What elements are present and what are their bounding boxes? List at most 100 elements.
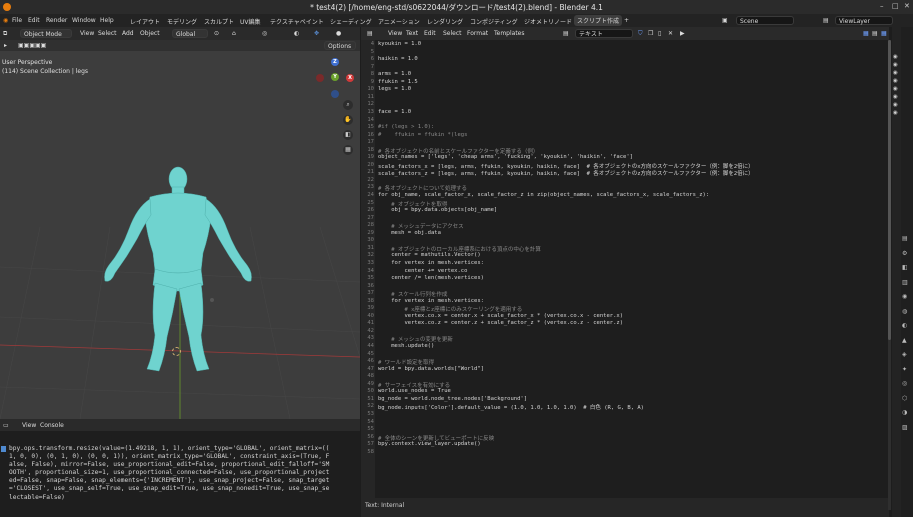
code-line[interactable]: bg_node.inputs['Color'].default_value = …	[378, 403, 644, 411]
pivot-icon[interactable]: ⊙	[214, 30, 219, 37]
tab-uv-editing[interactable]: UV編集	[240, 17, 261, 26]
tab-geometry-nodes[interactable]: ジオメトリノード	[524, 17, 572, 26]
options-button[interactable]: Options	[324, 41, 356, 50]
tab-sculpt[interactable]: スカルプト	[204, 17, 234, 26]
text-menu-select[interactable]: Select	[443, 30, 462, 37]
menu-edit[interactable]: Edit	[28, 17, 40, 24]
code-line[interactable]: vertex.co.x = center.x + scale_factor_x …	[378, 313, 623, 319]
fake-user-shield-icon[interactable]: ⛉	[638, 30, 643, 38]
viewport-menu-select[interactable]: Select	[98, 30, 117, 37]
tab-shading[interactable]: シェーディング	[330, 17, 372, 26]
menu-help[interactable]: Help	[100, 17, 114, 24]
snap-icon[interactable]: ⌂	[232, 30, 236, 37]
tab-texture-paint[interactable]: テクスチャペイント	[270, 17, 324, 26]
text-menu-templates[interactable]: Templates	[494, 30, 525, 37]
select-mode-icons[interactable]: ▣▣▣▣▣	[18, 42, 46, 49]
run-script-icon[interactable]: ▶	[680, 30, 685, 37]
code-line[interactable]: face = 1.0	[378, 109, 411, 115]
toolbar-toggle-icon[interactable]: ▸	[4, 42, 7, 49]
duplicate-icon[interactable]: ❐	[648, 30, 653, 37]
code-line[interactable]: scale_factors_z = [legs, arms, ffukin, k…	[378, 169, 754, 177]
syntax-highlight-toggle-icon[interactable]: ▦	[881, 30, 887, 37]
ortho-grid-icon[interactable]: ▦	[343, 145, 353, 155]
3d-viewport[interactable]: ⧉ Object Mode View Select Add Object Glo…	[0, 27, 360, 419]
code-line[interactable]: center += vertex.co	[378, 268, 467, 274]
scene-selector[interactable]: Scene	[736, 16, 794, 25]
scene-icon[interactable]: ▣	[722, 17, 728, 24]
code-line[interactable]: mesh.update()	[378, 343, 434, 349]
code-line[interactable]: mesh = obj.data	[378, 230, 441, 236]
viewport-menu-object[interactable]: Object	[140, 30, 160, 37]
code-line[interactable]: for vertex in mesh.vertices:	[378, 298, 484, 304]
pan-hand-icon[interactable]: ✋	[343, 115, 353, 125]
3d-cursor-icon[interactable]	[172, 347, 181, 356]
code-line[interactable]: for obj_name, scale_factor_x, scale_fact…	[378, 192, 709, 198]
unlink-x-icon[interactable]: ✕	[668, 30, 673, 37]
maximize-icon[interactable]: □	[892, 2, 899, 10]
code-line[interactable]: vertex.co.z = center.z + scale_factor_z …	[378, 320, 623, 326]
outliner-panel[interactable]: ◉ ◉ ◉ ◉ ◉ ◉ ◉ ◉	[892, 27, 901, 517]
shading-icon[interactable]: ●	[336, 30, 341, 37]
y-axis-gizmo[interactable]: Y	[331, 73, 339, 81]
python-console[interactable]: ▭ View Console bpy.ops.transform.resize(…	[0, 419, 360, 517]
tab-scripting[interactable]: スクリプト作成	[574, 15, 623, 26]
code-line[interactable]: haikin = 1.0	[378, 56, 418, 62]
tab-rendering[interactable]: レンダリング	[427, 17, 463, 26]
outliner-visibility-icons[interactable]: ◉ ◉ ◉ ◉ ◉ ◉ ◉ ◉	[893, 53, 898, 117]
code-line[interactable]: legs = 1.0	[378, 86, 411, 92]
add-workspace-button[interactable]: +	[624, 17, 629, 24]
camera-icon[interactable]: ◧	[343, 130, 353, 140]
new-file-icon[interactable]: ▯	[658, 30, 661, 37]
tab-modeling[interactable]: モデリング	[167, 17, 197, 26]
code-line[interactable]: object_names = ['legs', 'cheap arms', 'f…	[378, 154, 633, 160]
menu-render[interactable]: Render	[46, 17, 67, 24]
code-line[interactable]: #if (legs > 1.0):	[378, 124, 434, 130]
gizmo-icon[interactable]: ✥	[314, 30, 319, 37]
code-line[interactable]: obj = bpy.data.objects[obj_name]	[378, 207, 497, 213]
text-datablock-icon[interactable]: ▤	[563, 30, 569, 37]
proportional-icon[interactable]: ◎	[262, 30, 267, 37]
visibility-icon[interactable]: ◐	[294, 30, 299, 37]
blender-menu-icon[interactable]: ◉	[3, 17, 8, 24]
x-axis-gizmo[interactable]: X	[346, 74, 354, 82]
character-mesh[interactable]	[95, 165, 265, 375]
code-line[interactable]: center = mathutils.Vector()	[378, 252, 480, 258]
view-layer-icon[interactable]: ▤	[823, 17, 829, 24]
minimize-icon[interactable]: –	[880, 2, 884, 10]
mode-selector[interactable]: Object Mode	[20, 29, 72, 38]
code-line[interactable]: world.use_nodes = True	[378, 388, 451, 394]
viewport-menu-view[interactable]: View	[80, 30, 94, 37]
code-line[interactable]: center /= len(mesh.vertices)	[378, 275, 484, 281]
text-editor[interactable]: ▤ View Text Edit Select Format Templates…	[361, 27, 889, 517]
text-menu-view[interactable]: View	[388, 30, 402, 37]
zoom-icon[interactable]: ⌕	[343, 100, 353, 110]
view-layer-selector[interactable]: ViewLayer	[835, 16, 893, 25]
text-menu-format[interactable]: Format	[467, 30, 488, 37]
code-line[interactable]: bpy.context.view_layer.update()	[378, 441, 481, 447]
tab-compositing[interactable]: コンポジティング	[470, 17, 518, 26]
viewport-menu-add[interactable]: Add	[122, 30, 134, 37]
code-line[interactable]: kyoukin = 1.0	[378, 41, 421, 47]
property-tab-icons[interactable]: ▤ ⚙ ◧ ▥ ◉ ◍ ◐ ▲ ◈ ✦ ◎ ⬡ ◑ ▨	[902, 232, 908, 435]
console-editor-icon[interactable]: ▭	[3, 422, 9, 429]
line-numbers-toggle-icon[interactable]: ▦	[863, 30, 869, 37]
word-wrap-toggle-icon[interactable]: ▤	[872, 30, 878, 37]
tab-layout[interactable]: レイアウト	[130, 17, 160, 26]
text-menu-edit[interactable]: Edit	[424, 30, 436, 37]
z-axis-gizmo[interactable]: Z	[331, 58, 339, 66]
text-datablock-field[interactable]: テキスト	[575, 29, 633, 38]
code-line[interactable]: ffukin = 1.5	[378, 79, 418, 85]
transform-orientation[interactable]: Global	[172, 29, 208, 38]
console-menu-view[interactable]: View	[22, 422, 36, 429]
console-menu-console[interactable]: Console	[40, 422, 64, 429]
text-editor-type-icon[interactable]: ▤	[367, 30, 373, 37]
code-line[interactable]: arms = 1.0	[378, 71, 411, 77]
menu-window[interactable]: Window	[72, 17, 96, 24]
code-line[interactable]: # ffukin = ffukin *(legs	[378, 132, 467, 138]
code-line[interactable]: for vertex in mesh.vertices:	[378, 260, 484, 266]
code-line[interactable]: world = bpy.data.worlds["World"]	[378, 366, 484, 372]
close-icon[interactable]: ✕	[904, 2, 910, 10]
neg-x-gizmo[interactable]	[316, 74, 324, 82]
code-line[interactable]: bg_node = world.node_tree.nodes['Backgro…	[378, 396, 527, 402]
tab-animation[interactable]: アニメーション	[378, 17, 420, 26]
